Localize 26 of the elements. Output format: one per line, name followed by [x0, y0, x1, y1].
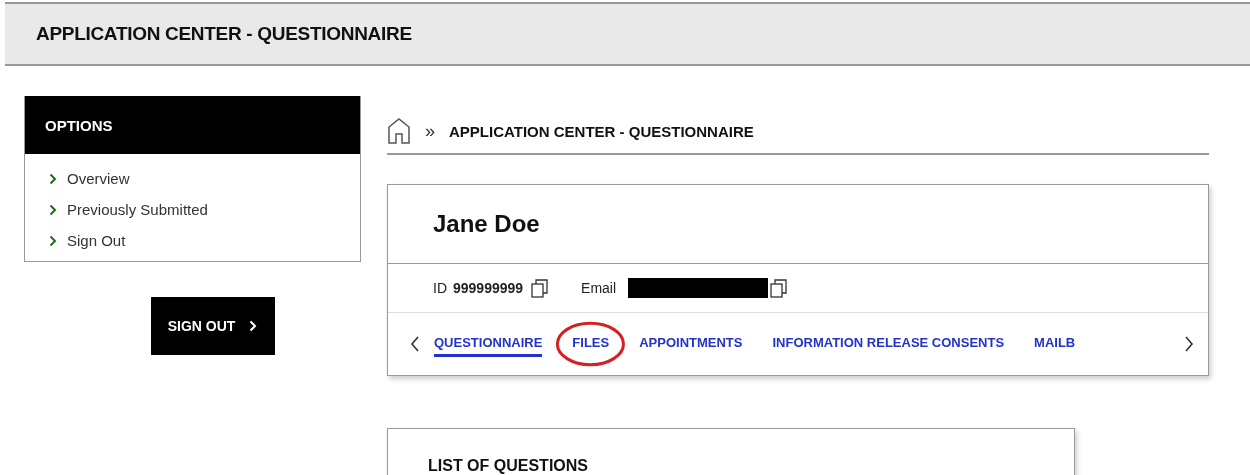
- sidebar-link[interactable]: Sign Out: [49, 232, 360, 249]
- email-label: Email: [581, 280, 617, 296]
- sidebar-link[interactable]: Overview: [49, 170, 360, 187]
- id-value: 999999999: [453, 280, 524, 296]
- chevron-icon: [49, 203, 57, 216]
- chevron-icon: [49, 234, 57, 247]
- copy-icon[interactable]: [531, 278, 550, 298]
- chevron-left-icon[interactable]: [410, 336, 420, 352]
- chevron-right-icon[interactable]: [1184, 336, 1194, 352]
- copy-icon[interactable]: [770, 278, 789, 298]
- sign-out-button[interactable]: SIGN OUT: [150, 297, 275, 355]
- tab[interactable]: QUESTIONNAIRE: [434, 331, 543, 357]
- home-icon[interactable]: [387, 118, 411, 144]
- chevron-icon: [249, 320, 258, 332]
- page-title: APPLICATION CENTER - QUESTIONNAIRE: [36, 23, 412, 45]
- profile-name: Jane Doe: [433, 210, 540, 238]
- id-label: ID: [433, 280, 447, 296]
- breadcrumb-current: APPLICATION CENTER - QUESTIONNAIRE: [449, 122, 754, 140]
- tab[interactable]: INFORMATION RELEASE CONSENTS: [772, 331, 1005, 357]
- options-title: OPTIONS: [45, 116, 113, 134]
- sidebar-link[interactable]: Previously Submitted: [49, 201, 360, 218]
- questions-title: LIST OF QUESTIONS: [428, 457, 588, 474]
- tab[interactable]: APPOINTMENTS: [639, 331, 743, 357]
- chevron-icon: [49, 172, 57, 185]
- breadcrumb-separator: »: [425, 120, 435, 142]
- tab[interactable]: MAILB: [1034, 331, 1076, 357]
